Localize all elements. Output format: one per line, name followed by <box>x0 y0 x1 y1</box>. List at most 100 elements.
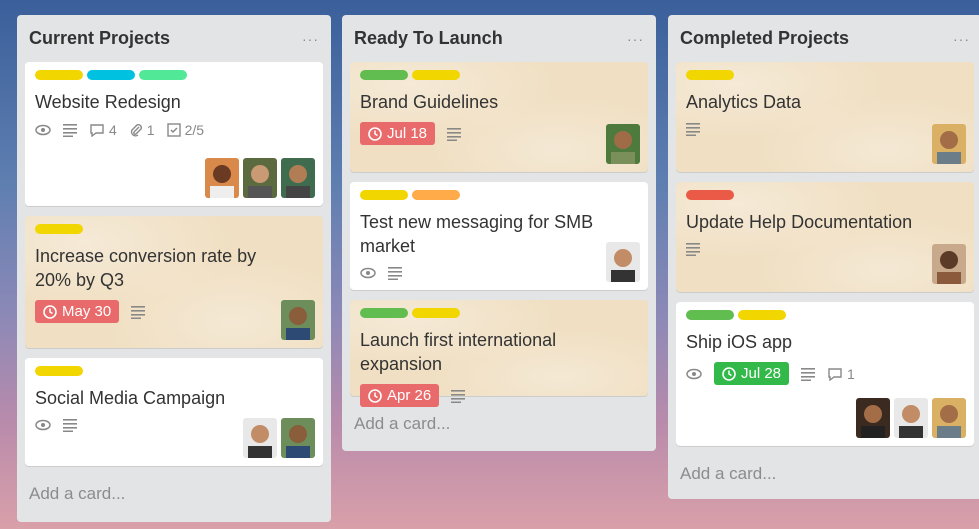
card-badges <box>686 122 964 136</box>
card-launch-international[interactable]: Launch first international expansion Apr… <box>350 300 648 407</box>
card-title: Ship iOS app <box>686 332 793 352</box>
avatar[interactable] <box>606 242 640 282</box>
list-title: Current Projects <box>29 28 171 48</box>
due-date-badge[interactable]: May 30 <box>35 300 120 323</box>
card-members <box>606 242 640 282</box>
description-icon <box>801 367 816 381</box>
card-members <box>243 418 315 458</box>
due-date-badge[interactable]: Apr 26 <box>360 384 440 407</box>
card-badges: May 30 <box>35 300 313 323</box>
comment-icon <box>828 367 842 381</box>
label-yellow <box>35 70 83 80</box>
label-yellow <box>738 310 786 320</box>
card-badges: Jul 18 <box>360 122 638 145</box>
label-yellow <box>412 70 460 80</box>
description-icon <box>63 418 77 432</box>
card-labels <box>686 310 964 320</box>
clock-icon <box>368 126 382 141</box>
card-title: Brand Guidelines <box>360 92 499 112</box>
card-badges <box>686 242 964 256</box>
list-ready-to-launch: Ready To Launch ··· Brand Guidelines Jul… <box>342 15 656 451</box>
add-card-button[interactable]: Add a card... <box>25 476 323 518</box>
card-members <box>205 158 315 198</box>
watch-icon <box>35 419 51 431</box>
card-analytics-data[interactable]: Analytics Data <box>676 62 974 172</box>
card-title: Analytics Data <box>686 92 802 112</box>
label-yellow <box>360 190 408 200</box>
avatar[interactable] <box>281 300 315 340</box>
description-icon <box>388 266 402 280</box>
card-title: Update Help Documentation <box>686 212 913 232</box>
avatar[interactable] <box>606 124 640 164</box>
avatar[interactable] <box>856 398 890 438</box>
label-green <box>686 310 734 320</box>
list-menu-button[interactable]: ··· <box>627 31 644 47</box>
card-labels <box>360 70 638 80</box>
avatar[interactable] <box>281 418 315 458</box>
card-brand-guidelines[interactable]: Brand Guidelines Jul 18 <box>350 62 648 172</box>
card-labels <box>35 70 313 80</box>
card-labels <box>35 366 313 376</box>
card-title: Website Redesign <box>35 92 181 112</box>
card-ship-ios-app[interactable]: Ship iOS app Jul 28 1 <box>676 302 974 446</box>
avatar[interactable] <box>932 124 966 164</box>
due-date-badge[interactable]: Jul 28 <box>714 362 790 385</box>
card-increase-conversion[interactable]: Increase conversion rate by 20% by Q3 Ma… <box>25 216 323 348</box>
watch-icon <box>686 368 702 380</box>
description-icon <box>131 305 146 319</box>
card-social-media-campaign[interactable]: Social Media Campaign <box>25 358 323 466</box>
checklist-count: 2/5 <box>184 122 205 138</box>
card-labels <box>360 308 638 318</box>
due-date-text: Apr 26 <box>387 387 432 404</box>
card-badges: Jul 28 1 <box>686 362 964 385</box>
list-current-projects: Current Projects ··· Website Redesign 4 … <box>17 15 331 522</box>
comments-badge: 4 <box>89 122 117 138</box>
checklist-icon <box>166 123 181 137</box>
card-badges: Apr 26 <box>360 384 638 407</box>
avatar[interactable] <box>932 244 966 284</box>
list-title: Ready To Launch <box>354 28 503 48</box>
due-date-text: May 30 <box>62 303 112 320</box>
add-card-button[interactable]: Add a card... <box>676 456 974 498</box>
comments-count: 4 <box>109 122 117 138</box>
paperclip-icon <box>130 124 142 137</box>
label-orange <box>412 190 460 200</box>
card-title: Launch first international expansion <box>360 330 557 374</box>
card-members <box>856 398 966 438</box>
avatar[interactable] <box>894 398 928 438</box>
card-update-help-documentation[interactable]: Update Help Documentation <box>676 182 974 292</box>
card-members <box>606 124 640 164</box>
card-title: Increase conversion rate by 20% by Q3 <box>35 246 257 290</box>
label-yellow <box>35 366 83 376</box>
card-website-redesign[interactable]: Website Redesign 4 1 2/5 <box>25 62 323 206</box>
list-title: Completed Projects <box>680 28 850 48</box>
card-labels <box>686 190 964 200</box>
card-badges: 4 1 2/5 <box>35 122 313 138</box>
description-icon <box>451 389 466 403</box>
list-menu-button[interactable]: ··· <box>302 31 319 47</box>
avatar[interactable] <box>243 418 277 458</box>
list-header: Completed Projects ··· <box>676 15 974 62</box>
checklist-badge: 2/5 <box>166 122 205 138</box>
due-date-badge[interactable]: Jul 18 <box>360 122 436 145</box>
avatar[interactable] <box>932 398 966 438</box>
watch-icon <box>35 124 51 136</box>
comment-icon <box>90 124 104 137</box>
add-card-button[interactable]: Add a card... <box>350 406 648 448</box>
label-green <box>360 308 408 318</box>
label-red <box>686 190 734 200</box>
due-date-text: Jul 28 <box>741 365 782 382</box>
avatar[interactable] <box>205 158 239 198</box>
clock-icon <box>43 304 57 319</box>
card-test-new-messaging[interactable]: Test new messaging for SMB market <box>350 182 648 290</box>
comments-badge: 1 <box>827 366 855 382</box>
description-icon <box>686 122 700 136</box>
card-badges <box>360 266 638 280</box>
avatar[interactable] <box>243 158 277 198</box>
watch-icon <box>360 267 376 279</box>
list-header: Current Projects ··· <box>25 15 323 62</box>
list-menu-button[interactable]: ··· <box>953 31 970 47</box>
card-title: Test new messaging for SMB market <box>360 212 594 256</box>
avatar[interactable] <box>281 158 315 198</box>
label-green <box>360 70 408 80</box>
